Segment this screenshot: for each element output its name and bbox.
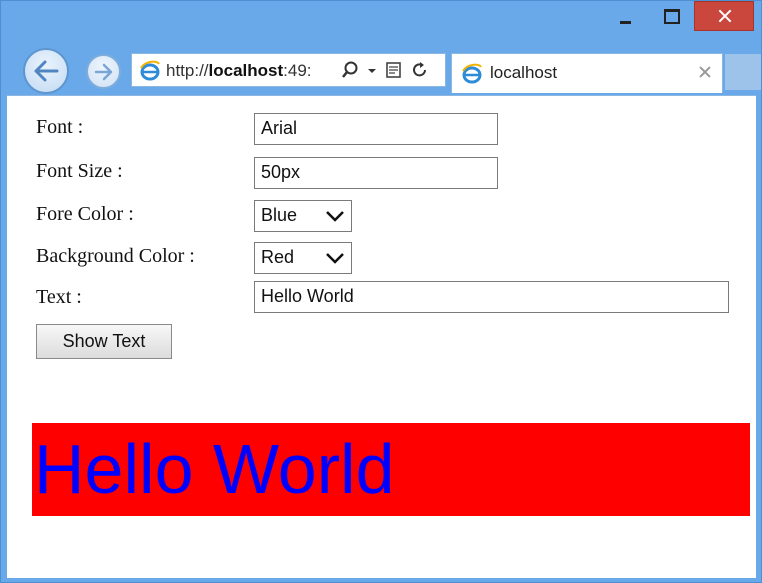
url-text[interactable]: http://localhost:49: — [166, 61, 334, 81]
search-icon[interactable] — [340, 60, 360, 82]
fore-color-value: Blue — [261, 205, 298, 225]
navigation-bar: http://localhost:49: localhost — [1, 45, 761, 95]
chevron-down-icon — [326, 211, 344, 222]
address-tools — [340, 59, 430, 83]
text-label: Text : — [36, 286, 82, 308]
text-input[interactable]: Hello World — [254, 281, 729, 313]
show-text-button[interactable]: Show Text — [36, 324, 172, 359]
forward-button[interactable] — [86, 54, 121, 89]
tab-localhost[interactable]: localhost — [451, 53, 723, 93]
title-bar — [1, 1, 761, 45]
ie-page-icon — [140, 60, 160, 81]
font-label: Font : — [36, 116, 84, 138]
font-size-input[interactable]: 50px — [254, 157, 498, 189]
address-bar[interactable]: http://localhost:49: — [131, 53, 446, 87]
background-color-value: Red — [261, 247, 295, 267]
maximize-icon[interactable] — [648, 1, 694, 31]
back-button[interactable] — [23, 48, 69, 94]
output-text: Hello World — [32, 423, 750, 516]
close-window-button[interactable] — [694, 1, 754, 31]
page-content: Font : Arial Font Size : 50px Fore Color… — [7, 95, 756, 578]
close-icon[interactable] — [695, 62, 715, 82]
back-arrow-icon — [34, 60, 59, 82]
compatibility-view-icon[interactable] — [384, 60, 404, 82]
chevron-down-icon — [326, 253, 344, 264]
tab-title: localhost — [490, 63, 558, 82]
dropdown-arrow-icon[interactable] — [366, 60, 378, 82]
minimize-icon[interactable] — [602, 1, 648, 31]
font-input[interactable]: Arial — [254, 113, 498, 145]
ie-page-icon — [462, 63, 482, 84]
fore-color-label: Fore Color : — [36, 203, 134, 225]
forward-arrow-icon — [94, 63, 112, 80]
background-color-label: Background Color : — [36, 245, 195, 267]
browser-window: http://localhost:49: localhost Font: Ar… — [0, 0, 762, 583]
background-color-select[interactable]: Red — [254, 242, 352, 274]
refresh-icon[interactable] — [410, 60, 430, 82]
font-size-label: Font Size : — [36, 160, 123, 182]
new-tab-button[interactable] — [725, 54, 761, 90]
fore-color-select[interactable]: Blue — [254, 200, 352, 232]
